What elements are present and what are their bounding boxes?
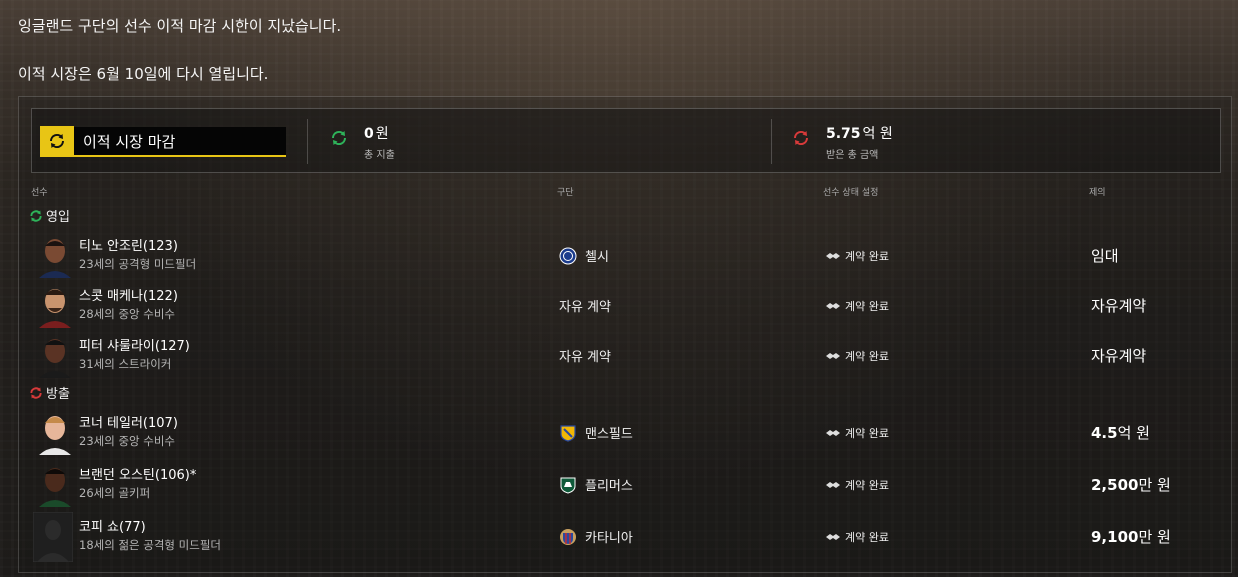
total-received: 5.75 억 원 받은 총 금액 <box>792 123 893 161</box>
outgoing-cycle-icon <box>30 386 42 399</box>
offer-value: 2,500만 원 <box>1091 474 1171 495</box>
status-cell[interactable]: 계약 완료 <box>825 477 889 493</box>
player-description: 23세의 공격형 미드필더 <box>79 257 197 271</box>
handshake-icon <box>826 430 840 436</box>
status-cell[interactable]: 계약 완료 <box>825 529 889 545</box>
offer-unit: 만 원 <box>1138 476 1171 494</box>
offer-unit: 만 원 <box>1138 528 1171 546</box>
offer-value: 임대 <box>1091 247 1119 265</box>
received-label: 받은 총 금액 <box>826 150 879 161</box>
reopen-message: 이적 시장은 6월 10일에 다시 열립니다. <box>18 65 269 83</box>
table-row[interactable]: 브랜던 오스틴(106)* 26세의 골키퍼 플리머스 계약 완료 2,500만… <box>19 460 1231 510</box>
status-text: 계약 완료 <box>845 250 889 263</box>
chelsea-crest-icon <box>559 247 577 264</box>
status-cell[interactable]: 계약 완료 <box>825 298 889 314</box>
spent-unit: 원 <box>375 126 389 142</box>
club-cell[interactable]: 첼시 <box>559 246 609 265</box>
club-name: 맨스필드 <box>585 427 633 442</box>
divider <box>307 119 308 164</box>
player-description: 26세의 골키퍼 <box>79 486 151 500</box>
total-spent: 0원 총 지출 <box>330 123 395 161</box>
status-cell[interactable]: 계약 완료 <box>825 248 889 264</box>
player-description: 28세의 중앙 수비수 <box>79 307 176 321</box>
player-name[interactable]: 코피 쇼(77) <box>79 516 146 535</box>
club-name: 자유 계약 <box>559 300 611 315</box>
club-name: 첼시 <box>585 250 609 265</box>
club-name: 플리머스 <box>585 479 633 494</box>
player-avatar <box>37 411 73 455</box>
section-incoming-label: 영입 <box>46 210 70 225</box>
player-avatar <box>37 234 73 278</box>
table-row[interactable]: 티노 안조린(123) 23세의 공격형 미드필더 첼시 계약 완료 임대 <box>19 231 1231 281</box>
column-header-status[interactable]: 선수 상태 설정 <box>823 185 878 198</box>
status-text: 계약 완료 <box>845 300 889 313</box>
outgoing-cycle-icon <box>793 130 809 146</box>
club-cell[interactable]: 맨스필드 <box>559 423 633 442</box>
transfer-summary: 이적 시장 마감 0원 총 지출 5.75 억 원 받은 총 금액 <box>31 108 1221 173</box>
incoming-cycle-icon <box>331 130 347 146</box>
plymouth-crest-icon <box>560 477 576 494</box>
offer-value: 자유계약 <box>1091 297 1147 315</box>
spent-label: 총 지출 <box>364 150 395 161</box>
player-avatar <box>37 334 73 378</box>
handshake-icon <box>826 303 840 309</box>
handshake-icon <box>826 482 840 488</box>
player-avatar <box>37 284 73 328</box>
club-name: 카타니아 <box>585 531 633 546</box>
status-text: 계약 완료 <box>845 531 889 544</box>
handshake-icon <box>826 353 840 359</box>
status-text: 계약 완료 <box>845 479 889 492</box>
table-row[interactable]: 스콧 매케나(122) 28세의 중앙 수비수 자유 계약 계약 완료 자유계약 <box>19 281 1231 331</box>
player-name[interactable]: 피터 샤룰라이(127) <box>79 335 190 354</box>
section-outgoing-label: 방출 <box>46 387 70 402</box>
column-header-player[interactable]: 선수 <box>31 185 48 198</box>
section-incoming: 영입 <box>29 206 70 225</box>
table-row[interactable]: 피터 샤룰라이(127) 31세의 스트라이커 자유 계약 계약 완료 자유계약 <box>19 331 1231 381</box>
player-avatar <box>37 463 73 507</box>
deadline-message: 잉글랜드 구단의 선수 이적 마감 시한이 지났습니다. <box>18 17 342 35</box>
player-description: 23세의 중앙 수비수 <box>79 434 176 448</box>
handshake-icon <box>826 534 840 540</box>
mansfield-crest-icon <box>560 424 576 442</box>
received-value: 5.75 <box>826 126 861 142</box>
player-name[interactable]: 코너 테일러(107) <box>79 412 178 431</box>
club-cell[interactable]: 자유 계약 <box>559 296 611 315</box>
catania-crest-icon <box>560 528 576 545</box>
table-row[interactable]: 코피 쇼(77) 18세의 젊은 공격형 미드필더 카타니아 계약 완료 9,1… <box>19 512 1231 562</box>
deadline-banner: 이적 시장 마감 <box>40 126 286 157</box>
offer-value: 4.5억 원 <box>1091 422 1150 443</box>
offer-amount: 4.5 <box>1091 424 1118 442</box>
club-cell[interactable]: 플리머스 <box>559 475 633 494</box>
received-unit: 억 원 <box>862 126 893 142</box>
player-avatar-placeholder <box>33 512 73 562</box>
offer-value: 9,100만 원 <box>1091 526 1171 547</box>
spent-value: 0 <box>364 126 374 142</box>
offer-unit: 억 원 <box>1117 424 1150 442</box>
column-header-club[interactable]: 구단 <box>557 185 574 198</box>
player-name[interactable]: 스콧 매케나(122) <box>79 285 178 304</box>
club-cell[interactable]: 카타니아 <box>559 527 633 546</box>
player-name[interactable]: 브랜던 오스틴(106)* <box>79 464 196 483</box>
incoming-cycle-icon <box>30 209 42 222</box>
status-text: 계약 완료 <box>845 350 889 363</box>
player-description: 31세의 스트라이커 <box>79 357 172 371</box>
handshake-icon <box>826 253 840 259</box>
status-cell[interactable]: 계약 완료 <box>825 348 889 364</box>
status-text: 계약 완료 <box>845 427 889 440</box>
deadline-label: 이적 시장 마감 <box>83 132 176 151</box>
club-name: 자유 계약 <box>559 350 611 365</box>
offer-value: 자유계약 <box>1091 347 1147 365</box>
player-name[interactable]: 티노 안조린(123) <box>79 235 178 254</box>
transfer-cycle-icon <box>40 126 74 156</box>
divider <box>771 119 772 164</box>
table-row[interactable]: 코너 테일러(107) 23세의 중앙 수비수 맨스필드 계약 완료 4.5억 … <box>19 408 1231 458</box>
club-cell[interactable]: 자유 계약 <box>559 346 611 365</box>
player-description: 18세의 젊은 공격형 미드필더 <box>79 538 221 552</box>
status-cell[interactable]: 계약 완료 <box>825 425 889 441</box>
transfer-panel: 이적 시장 마감 0원 총 지출 5.75 억 원 받은 총 금액 선수 구단 … <box>18 96 1232 573</box>
offer-amount: 9,100 <box>1091 528 1139 546</box>
section-outgoing: 방출 <box>29 383 70 402</box>
offer-amount: 2,500 <box>1091 476 1139 494</box>
column-header-offer[interactable]: 제의 <box>1089 185 1106 198</box>
